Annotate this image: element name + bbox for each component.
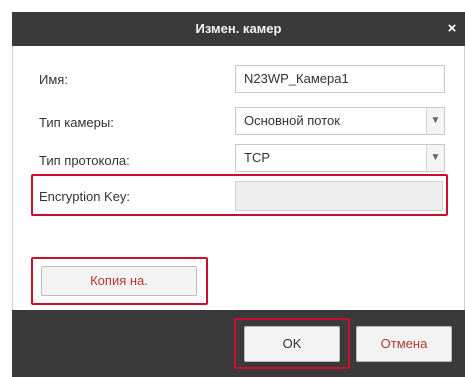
chevron-down-icon[interactable]: ▼ xyxy=(426,108,444,134)
edit-camera-dialog: Измен. камер × Имя: N23WP_Камера1 Тип ка… xyxy=(0,0,465,377)
name-input[interactable]: N23WP_Камера1 xyxy=(235,65,445,93)
dialog-footer: OK Отмена xyxy=(12,310,465,377)
encryption-key-input[interactable] xyxy=(235,181,443,211)
camera-type-value: Основной поток xyxy=(244,113,340,128)
protocol-type-select[interactable]: TCP ▼ xyxy=(235,144,445,172)
close-icon[interactable]: × xyxy=(443,18,461,40)
ok-button[interactable]: OK xyxy=(244,326,340,362)
protocol-type-label: Тип протокола: xyxy=(39,153,130,168)
dialog-content: Имя: N23WP_Камера1 Тип камеры: Основной … xyxy=(12,46,465,310)
dialog-title: Измен. камер xyxy=(195,21,282,36)
camera-type-label: Тип камеры: xyxy=(39,115,114,130)
copy-to-button[interactable]: Копия на. xyxy=(41,266,197,296)
cancel-button[interactable]: Отмена xyxy=(356,326,452,362)
protocol-type-value: TCP xyxy=(244,150,270,165)
camera-type-select[interactable]: Основной поток ▼ xyxy=(235,107,445,135)
encryption-key-label: Encryption Key: xyxy=(39,189,131,204)
chevron-down-icon[interactable]: ▼ xyxy=(426,145,444,171)
name-label: Имя: xyxy=(39,72,68,87)
dialog-titlebar: Измен. камер × xyxy=(12,12,465,46)
